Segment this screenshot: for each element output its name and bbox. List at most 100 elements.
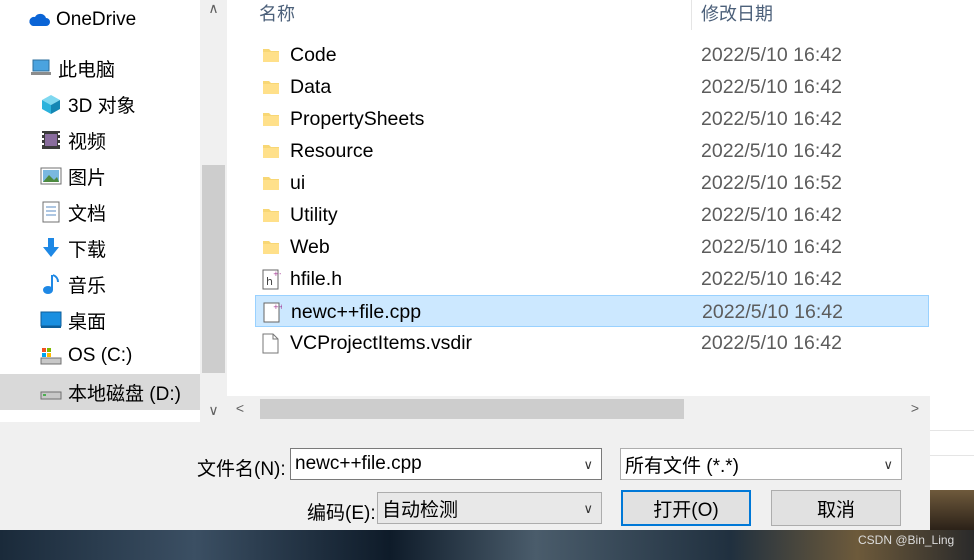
file-row-ui[interactable]: ui 2022/5/10 16:52 [255,167,929,199]
video-icon [40,129,62,151]
nav-item-video[interactable]: 视频 [40,122,200,158]
filename-label: 文件名(N): [197,459,286,480]
file-name: Utility [290,204,338,226]
drive-d-icon [40,381,62,403]
chevron-down-icon[interactable]: ∨ [883,457,893,473]
file-row-web[interactable]: Web 2022/5/10 16:42 [255,231,929,263]
file-date: 2022/5/10 16:42 [702,301,843,323]
nav-item-documents[interactable]: 文档 [40,194,200,230]
file-date: 2022/5/10 16:42 [701,140,842,162]
scroll-right-arrow-icon[interactable]: > [905,400,925,416]
nav-item-music[interactable]: 音乐 [40,266,200,302]
file-date: 2022/5/10 16:42 [701,268,842,290]
file-name: VCProjectItems.vsdir [290,332,473,354]
filename-input[interactable]: newc++file.cpp ∨ [290,448,602,480]
file-horizontal-scrollbar[interactable]: < > [227,396,930,422]
file-name: hfile.h [290,268,343,290]
header-file-icon: h++ [262,269,281,290]
nav-item-desktop[interactable]: 桌面 [40,302,200,338]
file-row-hfile[interactable]: h++ hfile.h 2022/5/10 16:42 [255,263,929,295]
nav-item-downloads[interactable]: 下载 [40,230,200,266]
encoding-dropdown[interactable]: 自动检测 ∨ [377,492,602,524]
nav-item-label: 文档 [68,203,107,225]
nav-item-label: 图片 [68,167,107,189]
file-name: newc++file.cpp [291,301,422,323]
svg-text:h: h [266,275,273,288]
filename-value: newc++file.cpp [295,453,422,474]
file-row-propertysheets[interactable]: PropertySheets 2022/5/10 16:42 [255,103,929,135]
folder-icon [263,113,279,126]
folder-icon [263,49,279,62]
desktop-background [0,530,974,560]
file-date: 2022/5/10 16:42 [701,76,842,98]
background-photo [930,490,974,530]
file-date: 2022/5/10 16:52 [701,172,842,194]
file-date: 2022/5/10 16:42 [701,44,842,66]
cpp-file-icon: ++ [263,302,282,323]
nav-item-drive-c[interactable]: OS (C:) [40,338,200,374]
background-window-edge [930,0,974,530]
folder-icon [263,209,279,222]
file-date: 2022/5/10 16:42 [701,108,842,130]
file-row-utility[interactable]: Utility 2022/5/10 16:42 [255,199,929,231]
column-name-header[interactable]: 名称 [259,0,295,26]
file-row-vcprojectitems[interactable]: VCProjectItems.vsdir 2022/5/10 16:42 [255,327,929,359]
encoding-label: 编码(E): [307,503,376,524]
nav-item-label: 音乐 [68,275,107,297]
nav-item-label: 此电脑 [58,59,116,81]
nav-item-label: OS (C:) [68,345,133,366]
file-type-filter-dropdown[interactable]: 所有文件 (*.*) ∨ [620,448,902,480]
chevron-down-icon[interactable]: ∨ [583,501,593,517]
pictures-icon [40,165,62,187]
nav-item-label: 视频 [68,131,107,153]
svg-text:++: ++ [273,303,282,311]
file-date: 2022/5/10 16:42 [701,236,842,258]
scroll-down-arrow-icon[interactable]: ∨ [200,402,227,419]
file-row-newcppfile[interactable]: ++ newc++file.cpp 2022/5/10 16:42 [255,295,929,327]
nav-item-this-pc[interactable]: 此电脑 [30,50,200,86]
nav-item-label: OneDrive [56,9,137,30]
file-row-data[interactable]: Data 2022/5/10 16:42 [255,71,929,103]
nav-item-label: 3D 对象 [68,95,136,117]
this-pc-icon [30,57,52,79]
file-name: PropertySheets [290,108,425,130]
nav-item-onedrive[interactable]: OneDrive [28,2,200,38]
nav-item-label: 本地磁盘 (D:) [68,383,181,405]
folder-icon [263,81,279,94]
column-header: 名称 修改日期 [227,0,930,30]
blank-file-icon [262,333,279,354]
navigation-pane: OneDrive 此电脑 3D 对象 视频 图片 文档 下载 音乐 桌面 OS … [0,0,200,422]
file-name: ui [290,172,306,194]
open-button[interactable]: 打开(O) [621,490,751,526]
nav-scroll-thumb[interactable] [202,165,225,373]
nav-vertical-scrollbar[interactable]: ∧ ∨ [200,0,227,422]
horizontal-scroll-thumb[interactable] [260,399,684,419]
3d-objects-icon [40,93,62,115]
cancel-button[interactable]: 取消 [771,490,901,526]
file-name: Code [290,44,337,66]
file-name: Web [290,236,330,258]
desktop-icon [40,309,62,331]
folder-icon [263,241,279,254]
column-date-header[interactable]: 修改日期 [701,0,773,26]
file-date: 2022/5/10 16:42 [701,204,842,226]
onedrive-cloud-icon [28,9,50,31]
svg-text:++: ++ [273,270,281,278]
scroll-left-arrow-icon[interactable]: < [230,400,250,416]
window-divider [930,455,974,456]
file-row-code[interactable]: Code 2022/5/10 16:42 [255,39,929,71]
scroll-up-arrow-icon[interactable]: ∧ [200,0,227,17]
nav-item-pictures[interactable]: 图片 [40,158,200,194]
file-row-resource[interactable]: Resource 2022/5/10 16:42 [255,135,929,167]
file-name: Data [290,76,332,98]
watermark: CSDN @Bin_Ling [858,533,955,547]
folder-icon [263,177,279,190]
nav-item-3d-objects[interactable]: 3D 对象 [40,86,200,122]
file-name: Resource [290,140,374,162]
download-arrow-icon [40,237,62,259]
chevron-down-icon[interactable]: ∨ [583,457,593,473]
nav-item-drive-d[interactable]: 本地磁盘 (D:) [0,374,200,410]
column-divider[interactable] [691,0,692,30]
file-date: 2022/5/10 16:42 [701,332,842,354]
music-note-icon [40,273,62,295]
